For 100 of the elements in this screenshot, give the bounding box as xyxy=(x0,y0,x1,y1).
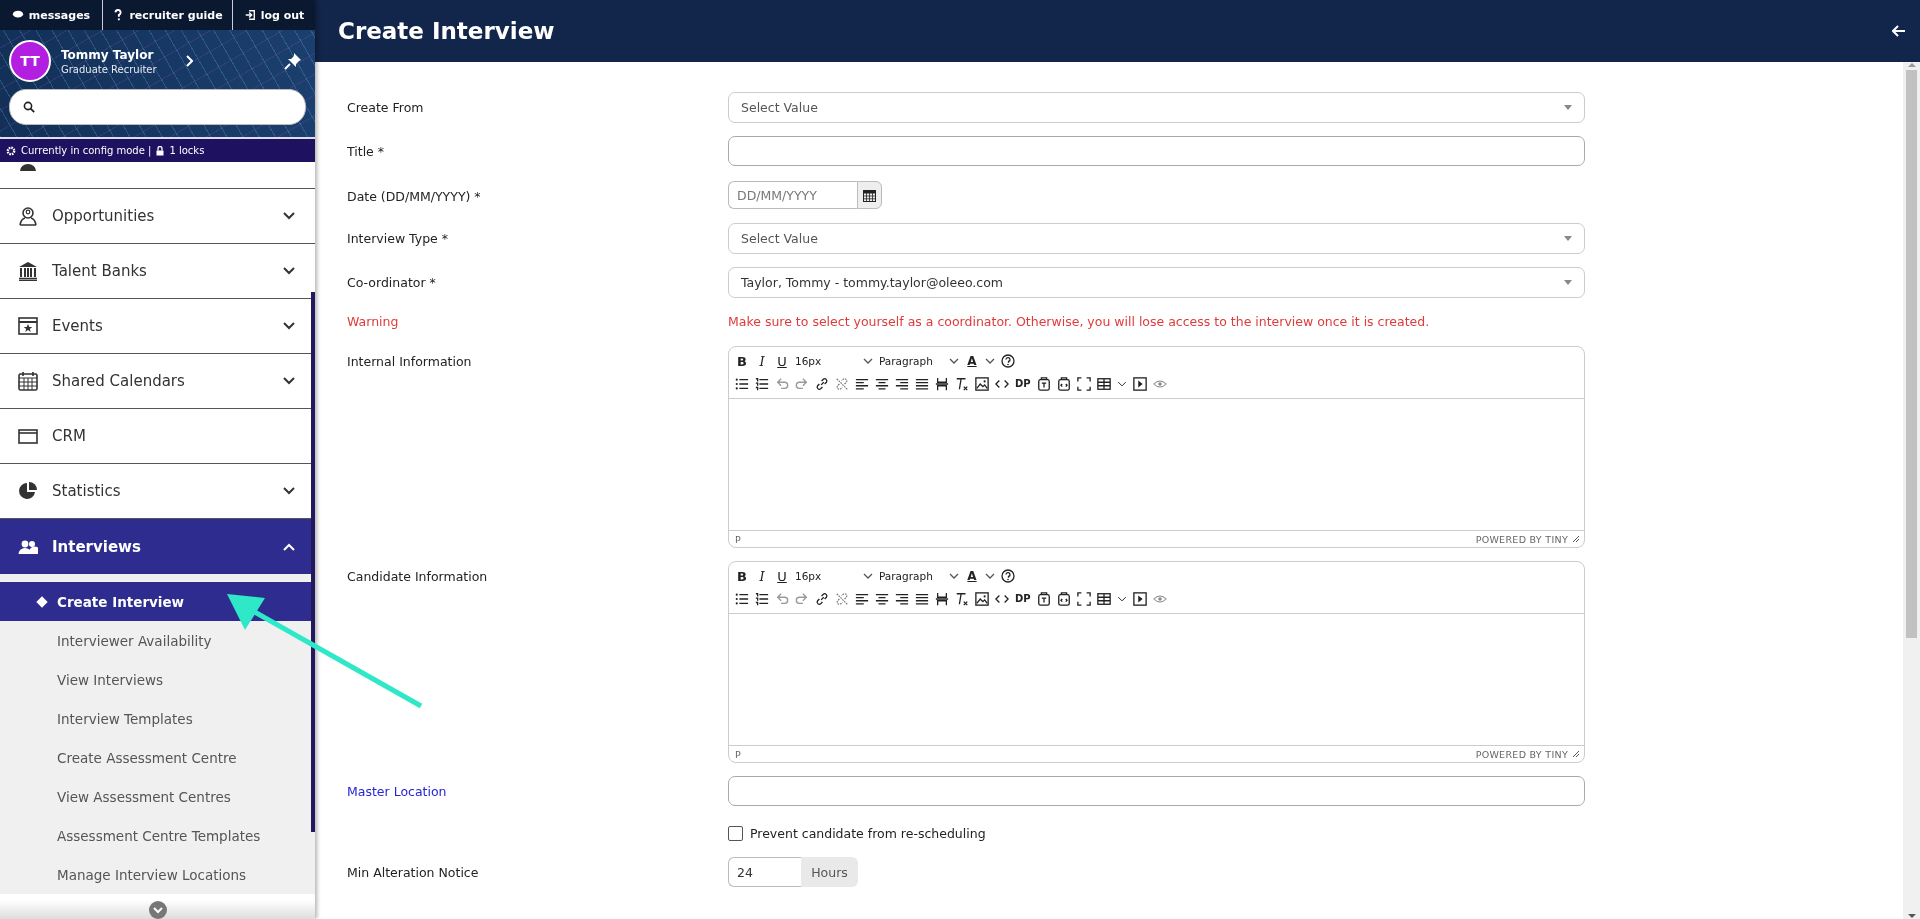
link-icon[interactable] xyxy=(815,376,829,391)
block-format-dropdown[interactable]: Paragraph xyxy=(879,355,959,368)
text-color-button[interactable]: A xyxy=(965,569,979,584)
nav-subitem[interactable]: Manage Interview Locations xyxy=(0,855,315,894)
justify-icon[interactable] xyxy=(915,376,929,391)
top-link[interactable]: log out xyxy=(233,0,315,30)
nav-subitem[interactable]: View Assessment Centres xyxy=(0,777,315,816)
font-size-dropdown[interactable]: 16px xyxy=(795,355,873,368)
nav-subitem[interactable]: View Interviews xyxy=(0,660,315,699)
clear-format-icon[interactable] xyxy=(955,591,969,606)
underline-button[interactable]: U xyxy=(775,353,789,369)
redo-icon[interactable] xyxy=(795,376,809,391)
redo-icon[interactable] xyxy=(795,591,809,606)
chevron-down-icon[interactable] xyxy=(283,267,295,275)
dropdown[interactable]: Select Value xyxy=(728,223,1585,254)
nav-subitem[interactable]: Interviewer Availability xyxy=(0,621,315,660)
link-icon[interactable] xyxy=(815,591,829,606)
date-field[interactable]: DD/MM/YYYY xyxy=(728,181,857,209)
media-icon[interactable] xyxy=(1132,591,1147,606)
caret-icon xyxy=(863,572,873,580)
align-center-icon[interactable] xyxy=(875,376,889,391)
dropdown[interactable]: Taylor, Tommy - tommy.taylor@oleeo.com xyxy=(728,267,1585,298)
align-left-icon[interactable] xyxy=(855,591,869,606)
align-right-icon[interactable] xyxy=(895,376,909,391)
caret-icon xyxy=(863,357,873,365)
resize-handle-icon[interactable] xyxy=(1572,750,1580,758)
page-title: Create Interview xyxy=(338,18,555,44)
chevron-down-icon[interactable] xyxy=(283,487,295,495)
nav-subitem[interactable]: Create Assessment Centre xyxy=(0,738,315,777)
chevron-right-icon[interactable] xyxy=(185,55,193,67)
scrollbar[interactable] xyxy=(1903,62,1920,919)
back-arrow-icon[interactable] xyxy=(1892,25,1906,37)
font-size-dropdown[interactable]: 16px xyxy=(795,570,873,583)
pin-icon[interactable] xyxy=(284,52,302,70)
page-break-icon[interactable] xyxy=(935,591,949,606)
chevron-up-icon[interactable] xyxy=(283,542,295,551)
table-icon[interactable] xyxy=(1096,591,1111,606)
nav-subitem[interactable]: Interview Templates xyxy=(0,699,315,738)
person-icon xyxy=(18,206,38,226)
resize-handle-icon[interactable] xyxy=(1572,535,1580,543)
unlink-icon[interactable] xyxy=(835,591,849,606)
list-bullet-icon[interactable] xyxy=(735,591,749,606)
avatar[interactable]: TT xyxy=(9,40,51,82)
align-center-icon[interactable] xyxy=(875,591,889,606)
logout-icon xyxy=(243,9,256,21)
media-icon[interactable] xyxy=(1132,376,1147,391)
person-icon xyxy=(18,162,38,172)
template-icon[interactable] xyxy=(1036,376,1051,391)
image-icon[interactable] xyxy=(975,591,989,606)
template-icon[interactable] xyxy=(1036,591,1051,606)
help-icon[interactable] xyxy=(1001,354,1015,369)
fullscreen-icon[interactable] xyxy=(1076,591,1091,606)
fullscreen-icon[interactable] xyxy=(1076,376,1091,391)
list-numbered-icon[interactable] xyxy=(755,591,769,606)
italic-button[interactable]: I xyxy=(755,568,769,584)
number-field[interactable]: 24 xyxy=(728,857,801,887)
code-snippet-icon[interactable] xyxy=(1056,591,1071,606)
bold-button[interactable]: B xyxy=(735,353,749,369)
text-field[interactable] xyxy=(728,776,1585,806)
chevron-down-icon[interactable] xyxy=(283,322,295,330)
dp-button[interactable]: DP xyxy=(1015,378,1031,390)
justify-icon[interactable] xyxy=(915,591,929,606)
checkbox[interactable] xyxy=(728,826,743,841)
align-left-icon[interactable] xyxy=(855,376,869,391)
locks-count: 1 locks xyxy=(169,145,205,156)
italic-button[interactable]: I xyxy=(755,353,769,369)
calendar-button[interactable] xyxy=(857,181,882,209)
page-break-icon[interactable] xyxy=(935,376,949,391)
scrollbar-thumb[interactable] xyxy=(311,292,315,832)
text-field[interactable] xyxy=(728,136,1585,166)
dp-button[interactable]: DP xyxy=(1015,593,1031,605)
undo-icon[interactable] xyxy=(775,591,789,606)
scroll-down-icon xyxy=(1907,913,1916,919)
clear-format-icon[interactable] xyxy=(955,376,969,391)
code-snippet-icon[interactable] xyxy=(1056,376,1071,391)
user-role: Graduate Recruiter xyxy=(61,63,158,75)
list-numbered-icon[interactable] xyxy=(755,376,769,391)
rich-text-editor[interactable]: B I U 16px Paragraph A DP P POWERED BY TINY xyxy=(728,346,1585,548)
list-bullet-icon[interactable] xyxy=(735,376,749,391)
image-icon[interactable] xyxy=(975,376,989,391)
nav-subitem[interactable]: Assessment Centre Templates xyxy=(0,816,315,855)
text-color-button[interactable]: A xyxy=(965,354,979,369)
unlink-icon[interactable] xyxy=(835,376,849,391)
block-format-dropdown[interactable]: Paragraph xyxy=(879,570,959,583)
chevron-down-icon[interactable] xyxy=(283,212,295,220)
underline-button[interactable]: U xyxy=(775,568,789,584)
search-field[interactable] xyxy=(9,89,306,125)
help-icon[interactable] xyxy=(1001,569,1015,584)
bold-button[interactable]: B xyxy=(735,568,749,584)
calendar-icon xyxy=(18,371,38,391)
caret-icon xyxy=(949,572,959,580)
rich-text-editor[interactable]: B I U 16px Paragraph A DP P POWERED BY TINY xyxy=(728,561,1585,763)
chevron-down-icon[interactable] xyxy=(283,377,295,385)
gear-icon xyxy=(6,145,16,156)
undo-icon[interactable] xyxy=(775,376,789,391)
field-label-link[interactable]: Master Location xyxy=(347,776,447,799)
table-icon[interactable] xyxy=(1096,376,1111,391)
dropdown[interactable]: Select Value xyxy=(728,92,1585,123)
align-right-icon[interactable] xyxy=(895,591,909,606)
scroll-down-icon[interactable] xyxy=(148,900,167,919)
